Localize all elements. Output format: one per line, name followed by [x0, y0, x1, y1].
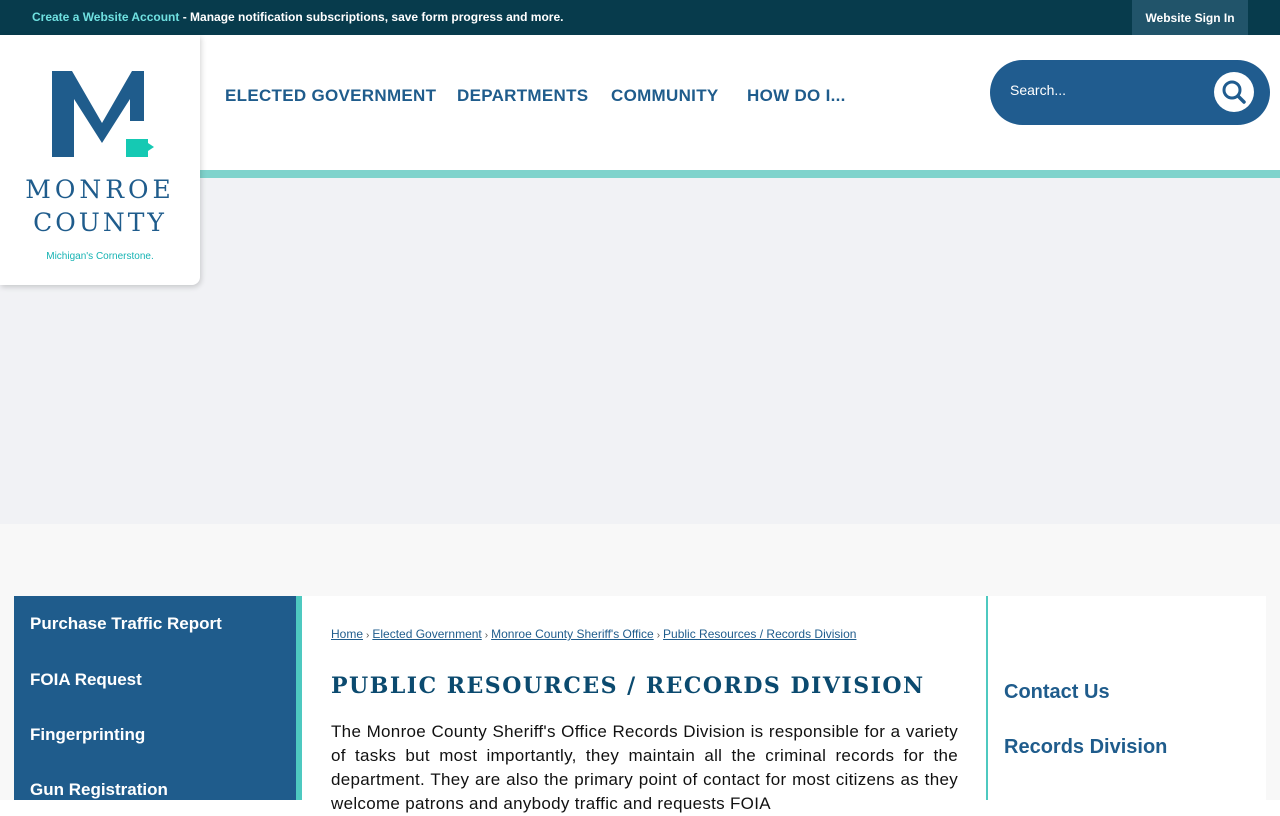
- sidebar-item-fingerprinting[interactable]: Fingerprinting: [30, 725, 145, 745]
- logo-tagline: Michigan's Cornerstone.: [46, 251, 154, 262]
- nav-elected-government[interactable]: ELECTED GOVERNMENT: [225, 86, 436, 106]
- page-body-text: The Monroe County Sheriff's Office Recor…: [331, 722, 958, 813]
- breadcrumb-separator: ›: [656, 630, 661, 641]
- nav-how-do-i[interactable]: HOW DO I...: [747, 86, 846, 106]
- logo-name-line2: COUNTY: [33, 208, 167, 237]
- header-divider: [200, 170, 1280, 178]
- right-sidebar: Contact Us Records Division: [986, 596, 1266, 800]
- sidebar-item-foia-request[interactable]: FOIA Request: [30, 670, 142, 690]
- nav-community[interactable]: COMMUNITY: [611, 86, 719, 106]
- nav-departments[interactable]: DEPARTMENTS: [457, 86, 588, 106]
- search-icon: [1222, 80, 1246, 104]
- breadcrumb-records-division[interactable]: Public Resources / Records Division: [663, 627, 856, 641]
- breadcrumb-separator: ›: [366, 630, 370, 641]
- monroe-m-logo-icon: [52, 71, 154, 157]
- search-button[interactable]: [1214, 72, 1254, 112]
- create-account-link[interactable]: Create a Website Account: [32, 10, 179, 24]
- breadcrumb-home[interactable]: Home: [331, 627, 363, 641]
- site-logo[interactable]: MONROE COUNTY Michigan's Cornerstone.: [0, 35, 200, 285]
- sidebar-item-purchase-traffic-report[interactable]: Purchase Traffic Report: [30, 614, 222, 634]
- create-account-description: - Manage notification subscriptions, sav…: [179, 10, 564, 24]
- records-division-link[interactable]: Records Division: [1004, 736, 1167, 759]
- breadcrumb-elected-government[interactable]: Elected Government: [372, 627, 481, 641]
- search-bar: [990, 60, 1270, 125]
- breadcrumb-separator: ›: [484, 630, 489, 641]
- search-input[interactable]: [1010, 82, 1190, 98]
- main-content: Home › Elected Government › Monroe County Sh…: [302, 596, 986, 813]
- top-utility-bar: Create a Website Account - Manage notifi…: [0, 0, 1280, 35]
- left-sidebar-nav: Purchase Traffic Report FOIA Request Fin…: [14, 596, 302, 800]
- create-account-message: Create a Website Account - Manage notifi…: [32, 10, 563, 24]
- breadcrumb: Home › Elected Government › Monroe County Sh…: [331, 627, 856, 641]
- logo-name-line1: MONROE: [25, 175, 175, 204]
- page-title: PUBLIC RESOURCES / RECORDS DIVISION: [331, 673, 925, 699]
- contact-us-link[interactable]: Contact Us: [1004, 681, 1110, 704]
- sign-in-button[interactable]: Website Sign In: [1132, 0, 1248, 35]
- sidebar-item-gun-registration[interactable]: Gun Registration: [30, 780, 168, 800]
- breadcrumb-sheriffs-office[interactable]: Monroe County Sheriff's Office: [491, 627, 654, 641]
